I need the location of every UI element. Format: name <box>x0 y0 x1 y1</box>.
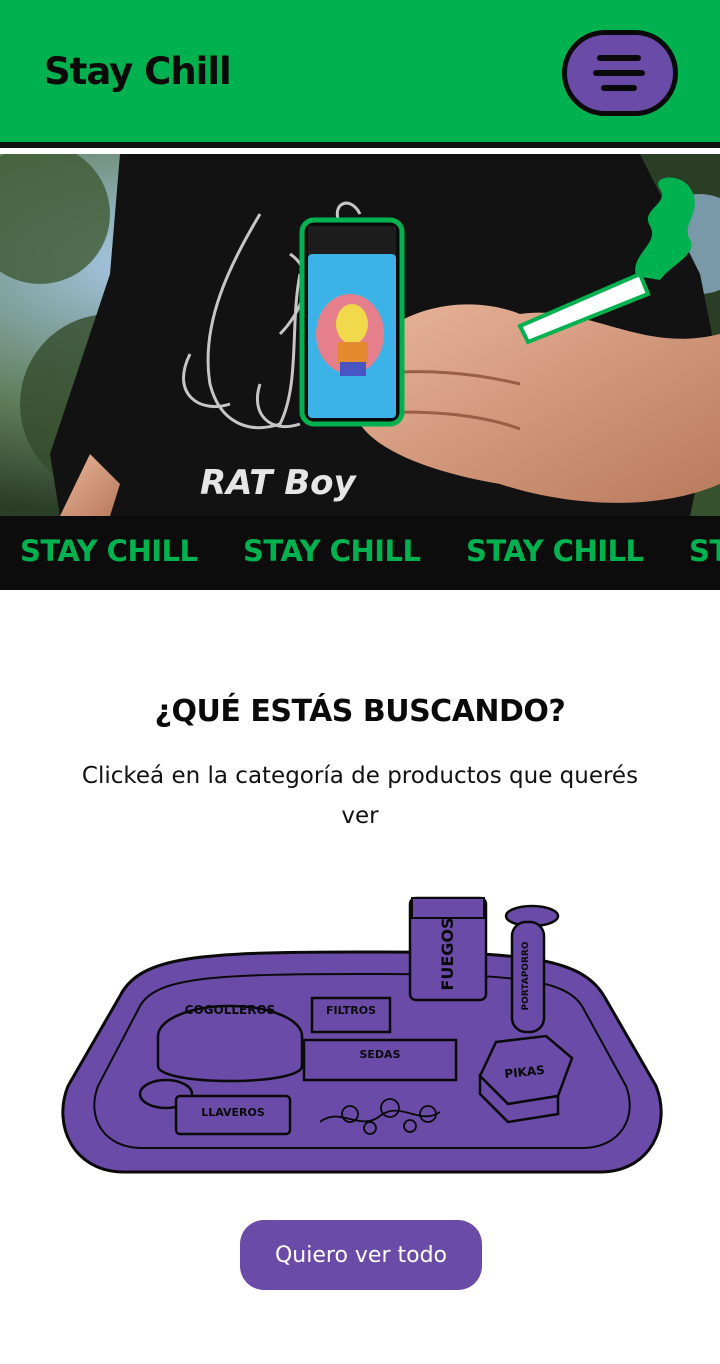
hamburger-menu-icon <box>601 85 637 91</box>
hamburger-menu-icon <box>597 55 641 61</box>
marquee-text: STAY CHILL <box>243 534 421 568</box>
brand-logo[interactable]: Stay Chill <box>44 50 232 93</box>
category-tray: COGOLLEROS FILTROS FUEGOS PORTAPORRO SED… <box>60 886 664 1178</box>
category-label: COGOLLEROS <box>185 1003 276 1017</box>
lighter-image <box>299 217 405 427</box>
site-header: Stay Chill <box>0 0 720 148</box>
category-cogolleros[interactable]: COGOLLEROS <box>156 1003 304 1083</box>
marquee-banner: STAY CHILL STAY CHILL STAY CHILL STAY CH… <box>0 516 720 590</box>
marquee-text: STAY CHILL <box>466 534 644 568</box>
view-all-button[interactable]: Quiero ver todo <box>240 1220 482 1290</box>
section-title: ¿QUÉ ESTÁS BUSCANDO? <box>154 694 566 729</box>
hero-photo: RAT Boy <box>0 154 720 516</box>
category-filtros[interactable]: FILTROS <box>310 996 392 1034</box>
hamburger-menu-icon <box>593 70 645 76</box>
category-pikas[interactable]: PIKAS <box>478 1034 574 1124</box>
menu-button[interactable] <box>562 30 678 116</box>
category-label: PORTAPORRO <box>521 941 531 1010</box>
marquee-text: STAY CHILL <box>689 534 720 568</box>
category-sedas[interactable]: SEDAS <box>302 1038 458 1082</box>
category-label: SEDAS <box>359 1048 400 1061</box>
category-fuegos[interactable]: FUEGOS <box>408 896 488 1002</box>
section-subtitle: Clickeá en la categoría de productos que… <box>81 763 639 829</box>
shirt-text: RAT Boy <box>200 463 358 503</box>
marquee-text: STAY CHILL <box>20 534 198 568</box>
category-label: LLAVEROS <box>201 1106 265 1119</box>
category-label: FILTROS <box>326 1004 376 1017</box>
hero-image: RAT Boy <box>0 154 720 516</box>
category-label: FUEGOS <box>438 917 457 990</box>
